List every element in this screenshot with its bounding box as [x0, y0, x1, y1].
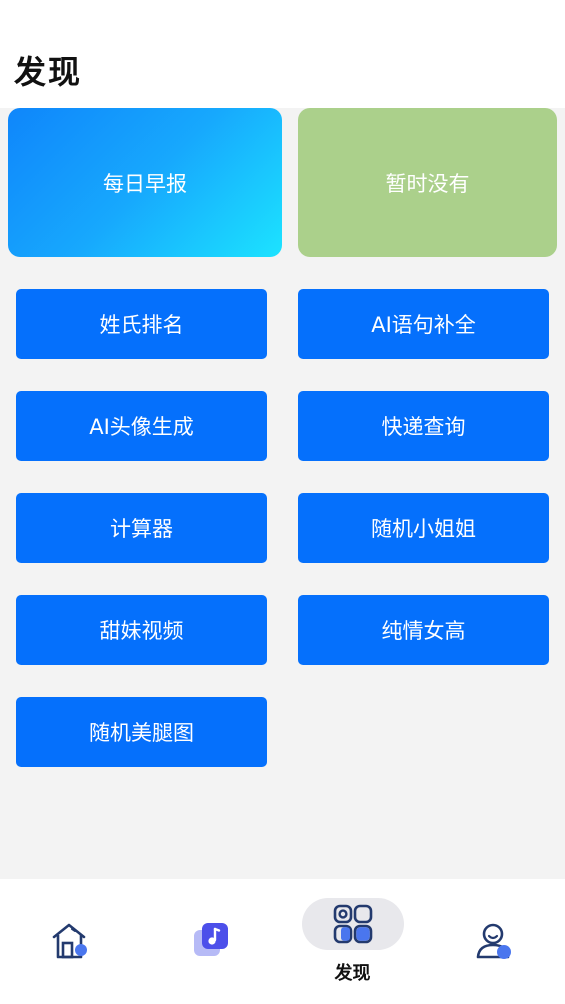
music-icon — [194, 923, 228, 956]
content-area: 每日早报 暂时没有 姓氏排名 AI语句补全 AI头像生成 快递查询 计算器 随机… — [0, 108, 565, 879]
button-label: 姓氏排名 — [99, 313, 184, 337]
page-title: 发现 — [14, 53, 83, 91]
button-label: 计算器 — [110, 517, 173, 541]
daily-report-label: 每日早报 — [103, 171, 187, 196]
pure-schoolgirl-button[interactable]: 纯情女高 — [298, 595, 549, 665]
button-label: 快递查询 — [381, 415, 466, 439]
tab-discover[interactable]: 发现 — [282, 879, 423, 1004]
header: 发现 — [0, 0, 565, 108]
bottom-tab-bar: 发现 — [0, 879, 565, 1004]
button-label: 随机美腿图 — [89, 721, 194, 745]
sweet-girl-video-button[interactable]: 甜妹视频 — [16, 595, 267, 665]
calculator-button[interactable]: 计算器 — [16, 493, 267, 563]
button-label: 甜妹视频 — [99, 619, 184, 643]
button-label: AI头像生成 — [89, 415, 194, 439]
ai-sentence-completion-button[interactable]: AI语句补全 — [298, 289, 549, 359]
nothing-yet-card[interactable]: 暂时没有 — [298, 108, 557, 257]
tab-music[interactable] — [141, 879, 282, 1004]
random-legs-picture-button[interactable]: 随机美腿图 — [16, 697, 267, 767]
home-icon — [52, 923, 87, 959]
daily-report-card[interactable]: 每日早报 — [8, 108, 282, 257]
button-label: AI语句补全 — [371, 313, 476, 337]
tab-discover-label: 发现 — [334, 963, 371, 984]
grid-icon — [333, 904, 373, 944]
tab-profile[interactable] — [423, 879, 564, 1004]
nothing-yet-label: 暂时没有 — [385, 171, 470, 196]
ai-avatar-generation-button[interactable]: AI头像生成 — [16, 391, 267, 461]
button-label: 纯情女高 — [381, 619, 466, 643]
button-label: 随机小姐姐 — [371, 517, 476, 541]
tab-home[interactable] — [0, 879, 141, 1004]
surname-ranking-button[interactable]: 姓氏排名 — [16, 289, 267, 359]
random-girl-button[interactable]: 随机小姐姐 — [298, 493, 549, 563]
user-icon — [476, 923, 511, 959]
express-tracking-button[interactable]: 快递查询 — [298, 391, 549, 461]
